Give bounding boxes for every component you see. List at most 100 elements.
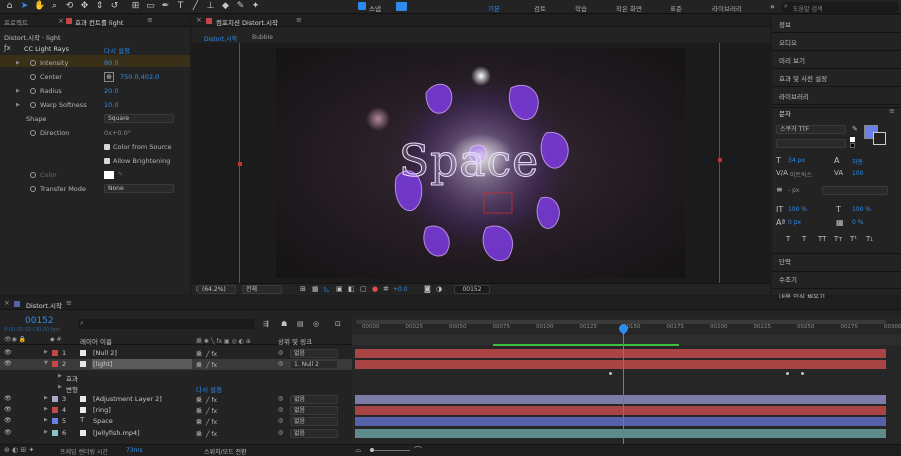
workspace-tab[interactable]: 기본	[488, 3, 500, 13]
parent-dropdown[interactable]: 없음	[290, 406, 338, 415]
property-dropdown[interactable]: None	[104, 184, 174, 193]
rectangle-tool-icon[interactable]: ▭	[145, 1, 156, 12]
color-swatch[interactable]	[104, 171, 114, 179]
panel-menu-icon[interactable]: ≡	[296, 16, 302, 24]
roto-tool-icon[interactable]: ✎	[235, 1, 246, 12]
baseline-shift-value[interactable]: 0 px	[788, 219, 801, 226]
property-value[interactable]: 750.0,402.0	[120, 73, 159, 81]
viewer-timecode[interactable]: 00152	[454, 285, 490, 294]
zoom-in-icon[interactable]: ⌒	[414, 445, 422, 456]
stopwatch-icon[interactable]	[30, 102, 36, 108]
fx-icon[interactable]: ƒx	[4, 44, 11, 52]
shy-layers-icon[interactable]: ☗	[281, 320, 287, 328]
layer-switches-icons[interactable]: 乗 ╱ fx	[196, 360, 217, 369]
tab-composition[interactable]: 컴포지션 Distort.시작	[216, 17, 278, 27]
workspace-tab[interactable]: 라이브러리	[712, 3, 742, 13]
composition-canvas[interactable]: Space	[276, 48, 685, 278]
layer-switches-icons[interactable]: 乗 ╱ fx	[196, 349, 217, 358]
footer-toggle-icons[interactable]: ⊕ ◐ ⊞ ✦	[4, 446, 34, 454]
col-layer-name[interactable]: 레이어 이름	[80, 336, 112, 346]
expand-triangle-icon[interactable]: ▶	[44, 349, 48, 355]
3d-view-icon[interactable]: ▣	[336, 285, 343, 293]
label-color-swatch[interactable]	[52, 407, 58, 413]
layer-duration-bar[interactable]	[355, 406, 886, 415]
text-style-button[interactable]: T	[786, 235, 790, 243]
expand-triangle-icon[interactable]: ▶	[44, 417, 48, 423]
expand-triangle-icon[interactable]: ▶	[44, 406, 48, 412]
hand-tool-icon[interactable]: ✋	[34, 1, 45, 12]
tracking-value[interactable]: 100	[852, 170, 863, 177]
panel-item[interactable]: 오디오	[779, 37, 797, 47]
parent-dropdown[interactable]: 없음	[290, 417, 338, 426]
panel-item[interactable]: 정보	[779, 19, 791, 29]
layer-duration-bar[interactable]	[355, 395, 886, 404]
layer-name-field[interactable]: [ring]	[92, 405, 192, 415]
panel-menu-icon[interactable]: ≡	[889, 107, 895, 115]
eye-icon[interactable]: 👁	[4, 406, 12, 413]
property-dropdown[interactable]: Square	[104, 114, 174, 123]
kerning-value[interactable]: 미트릭스	[790, 170, 812, 179]
motion-blur-icon[interactable]: ◎	[313, 320, 319, 328]
stroke-color-swatch[interactable]	[873, 132, 886, 145]
close-icon[interactable]: ×	[58, 17, 64, 25]
checkbox[interactable]	[104, 144, 110, 150]
expand-triangle-icon[interactable]: ▼	[44, 360, 48, 366]
stopwatch-icon[interactable]	[30, 60, 36, 66]
text-style-button[interactable]: Tт	[834, 235, 842, 243]
expand-triangle-icon[interactable]: ▶	[16, 102, 20, 108]
panel-item[interactable]: 라이브러리	[779, 91, 809, 101]
text-style-button[interactable]: TT	[818, 235, 826, 243]
comp-flowchart-icon[interactable]: ⇶	[263, 320, 269, 328]
layer-name-field[interactable]: [Null 2]	[92, 348, 192, 358]
snapshot-icon[interactable]: ◙	[424, 285, 431, 293]
stopwatch-icon[interactable]	[30, 88, 36, 94]
property-value[interactable]: 20.0	[104, 87, 118, 95]
leading-value[interactable]: 자동	[852, 157, 863, 166]
home-icon[interactable]: ⌂	[4, 1, 15, 12]
workspace-tab[interactable]: 검토	[534, 3, 546, 13]
layer-name-field[interactable]: Space	[92, 416, 192, 426]
anchor-tool-icon[interactable]: ⊞	[130, 1, 141, 12]
pickwhip-icon[interactable]: ◎	[278, 395, 283, 402]
stopwatch-icon[interactable]	[30, 130, 36, 136]
layer-switches-icons[interactable]: 乗 ╱ fx	[196, 406, 217, 415]
pickwhip-icon[interactable]: ◎	[278, 349, 283, 356]
zoom-tool-icon[interactable]: ⌕	[49, 1, 60, 12]
stopwatch-icon[interactable]	[30, 186, 36, 192]
zoom-out-icon[interactable]: ⌓	[355, 445, 361, 455]
close-icon[interactable]: ×	[4, 299, 10, 307]
guide-line-right[interactable]	[719, 43, 720, 283]
color-channels-icon[interactable]: ●	[372, 285, 378, 293]
layer-name-field[interactable]: [light]	[92, 359, 192, 369]
expand-triangle-icon[interactable]: ▶	[58, 373, 62, 379]
font-style-dropdown[interactable]	[776, 139, 846, 148]
zoom-slider-handle[interactable]	[370, 448, 374, 452]
parent-dropdown[interactable]: 없음	[290, 349, 338, 358]
safe-zones-icon[interactable]: ▢	[360, 285, 367, 293]
tab-project[interactable]: 프로젝트	[4, 17, 28, 27]
exposure-value[interactable]: +0.0	[393, 286, 408, 293]
layer-name-field[interactable]: [Adjustment Layer 2]	[92, 394, 192, 404]
horizontal-scale-value[interactable]: 100 %	[852, 206, 871, 213]
label-color-swatch[interactable]	[52, 361, 58, 367]
layer-switches-icons[interactable]: 乗 ╱ fx	[196, 429, 217, 438]
expand-triangle-icon[interactable]: ▶	[44, 395, 48, 401]
breadcrumb-distort[interactable]: Distort.시작	[204, 34, 237, 43]
breadcrumb-bubble[interactable]: Bubble	[252, 34, 273, 41]
eye-icon[interactable]: 👁	[4, 360, 12, 367]
exposure-icon[interactable]: ✲	[383, 285, 389, 293]
orbit-tool-icon[interactable]: ⟲	[64, 1, 75, 12]
parent-dropdown[interactable]: 1. Null 2	[290, 360, 338, 369]
mask-visibility-icon[interactable]: ◺	[324, 285, 329, 293]
eraser-tool-icon[interactable]: ◆	[220, 1, 231, 12]
panel-menu-icon[interactable]: ≡	[147, 16, 153, 24]
label-color-swatch[interactable]	[52, 396, 58, 402]
help-search-box[interactable]: ⌕ 도움말 검색	[782, 2, 898, 13]
stopwatch-icon[interactable]	[30, 172, 36, 178]
puppet-tool-icon[interactable]: ✦	[250, 1, 261, 12]
tab-timeline[interactable]: Distort.시작	[26, 300, 62, 310]
dolly-tool-icon[interactable]: ⇕	[94, 1, 105, 12]
snap-checkbox[interactable]	[358, 2, 366, 10]
pickwhip-icon[interactable]: ◎	[278, 417, 283, 424]
stroke-width-value[interactable]: - px	[788, 187, 799, 194]
